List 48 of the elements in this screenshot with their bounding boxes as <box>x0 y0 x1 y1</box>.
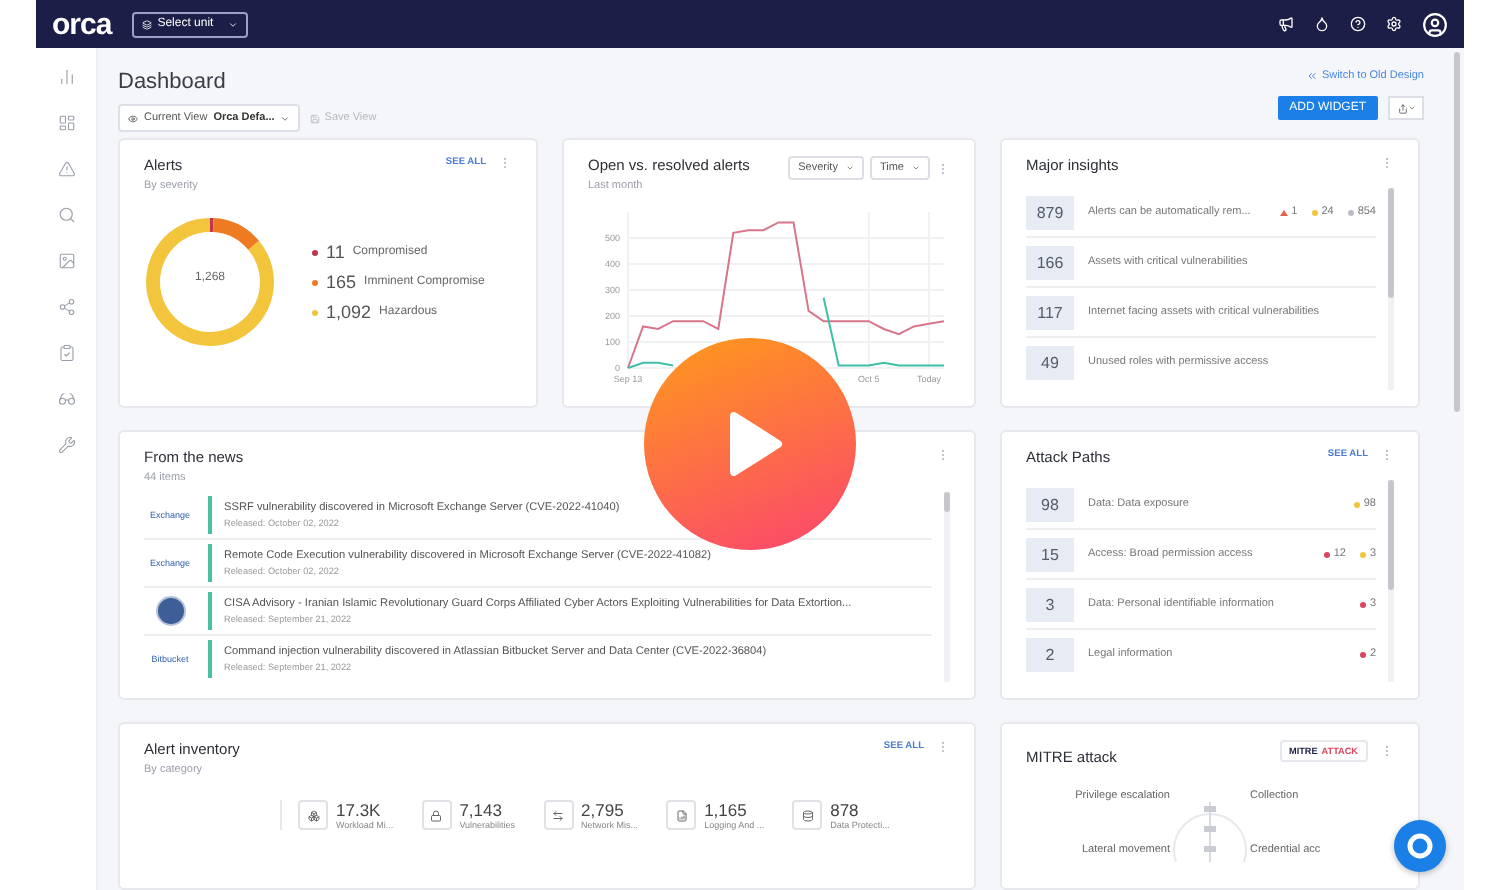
save-icon <box>310 113 321 123</box>
help-icon[interactable] <box>1350 16 1366 32</box>
page-title: Dashboard <box>118 70 228 94</box>
layers-icon <box>141 19 152 29</box>
network-category-icon <box>552 809 565 821</box>
wrench-icon[interactable] <box>57 436 75 454</box>
search-icon[interactable] <box>57 206 75 224</box>
glasses-icon[interactable] <box>57 390 75 408</box>
category-value: 17.3K <box>336 800 383 820</box>
scrollbar[interactable] <box>1388 480 1394 682</box>
user-avatar-icon[interactable] <box>1422 11 1448 37</box>
count-box: 117 <box>1026 295 1074 329</box>
logging-category-icon <box>675 809 688 821</box>
legend-count: 1,092 <box>326 302 372 322</box>
share-icon <box>1397 103 1407 113</box>
legend-count: 11 <box>326 242 345 262</box>
ring-icon <box>1406 832 1434 860</box>
count-box: 166 <box>1026 245 1074 279</box>
dashboard-icon[interactable] <box>57 114 75 132</box>
image-icon[interactable] <box>57 252 75 270</box>
drop-icon[interactable] <box>1314 16 1330 32</box>
category-value: 7,143 <box>459 800 504 820</box>
seal-logo-icon <box>155 596 185 626</box>
export-button[interactable] <box>1388 96 1424 120</box>
eye-icon <box>128 113 138 123</box>
category-value: 1,165 <box>704 800 749 820</box>
category-value: 878 <box>830 800 861 820</box>
count-box: 15 <box>1026 537 1074 571</box>
vulnerabilities-category-icon <box>430 809 443 821</box>
share-icon[interactable] <box>57 298 75 316</box>
scrollbar[interactable] <box>1388 188 1394 390</box>
caret-icon <box>280 113 291 123</box>
settings-icon[interactable] <box>1386 16 1402 32</box>
count-box: 98 <box>1026 487 1074 521</box>
workload-category-icon <box>307 809 319 821</box>
count-box: 49 <box>1026 345 1074 379</box>
megaphone-icon[interactable] <box>1278 16 1294 32</box>
count-box: 2 <box>1026 637 1074 671</box>
legend-count: 165 <box>326 272 357 292</box>
clipboard-icon[interactable] <box>57 344 75 362</box>
count-box: 879 <box>1026 195 1074 229</box>
chart-icon[interactable] <box>57 68 75 86</box>
caret-icon <box>227 19 238 29</box>
logo[interactable]: orca <box>52 7 112 41</box>
category-value: 2,795 <box>581 800 626 820</box>
warning-icon[interactable] <box>57 160 75 178</box>
data-category-icon <box>801 809 814 821</box>
count-box: 3 <box>1026 587 1074 621</box>
